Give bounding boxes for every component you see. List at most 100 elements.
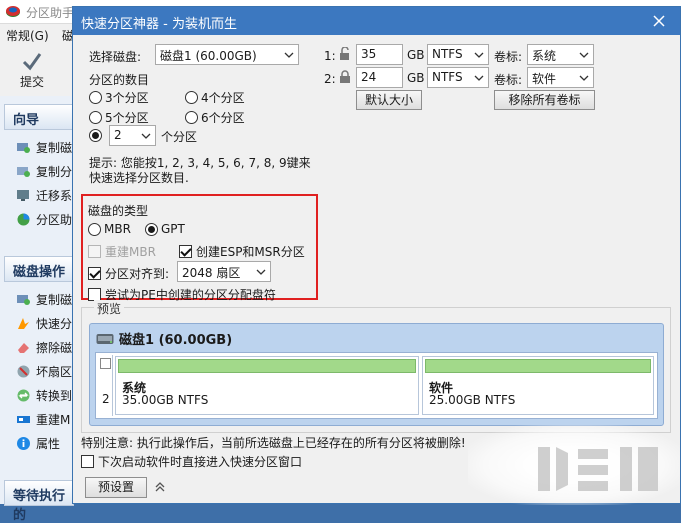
commit-button[interactable]: 提交 [6,48,58,90]
partition-1-size-input[interactable]: 35 [356,44,403,65]
create-esp-checkbox[interactable]: 创建ESP和MSR分区 [179,243,305,260]
custom-count-dropdown[interactable]: 2 [109,125,156,146]
copy-partition-icon [17,166,30,177]
partition-1-label-caption: 卷标: [494,50,523,64]
partition-2-unit: GB [407,71,425,85]
disk-op-convert[interactable]: 转换到 [16,386,72,404]
chevron-down-icon [579,52,589,58]
disk-op-properties[interactable]: 属性 [16,434,60,452]
preview-group: 预览 磁盘1 (60.00GB) 2 系统 35.00GB NTFS 软件 25… [81,300,671,433]
radio-gpt[interactable]: GPT [145,222,185,236]
double-chevron-up-icon[interactable] [153,480,167,494]
bad-sector-icon [17,365,30,377]
partition-usage-bar [118,359,416,373]
preview-partition-software[interactable]: 软件 25.00GB NTFS [422,356,654,415]
partition-2-fs-dropdown[interactable]: NTFS [427,67,489,88]
disk-op-quick-partition[interactable]: 快速分 [16,314,72,332]
lock-icon[interactable] [338,70,352,84]
radio-4-partitions[interactable]: 4个分区 [185,89,245,106]
partition-2-label-dropdown[interactable]: 软件 [527,67,594,88]
warning-notice: 特别注意: 执行此操作后，当前所选磁盘上已经存在的所有分区将被删除! [81,436,466,450]
lock-open-icon[interactable] [338,47,352,61]
disk-preview-panel: 磁盘1 (60.00GB) 2 系统 35.00GB NTFS 软件 25.00… [89,323,664,426]
close-button[interactable] [648,10,670,32]
disk-op-bad-sector[interactable]: 坏扇区 [16,362,72,380]
chevron-down-icon [284,52,294,58]
dialog-title: 快速分区神器 - 为装机而生 [81,17,237,32]
checkmark-icon [22,53,42,71]
preview-label: 预览 [94,300,125,317]
chevron-down-icon [474,75,484,81]
eraser-icon [18,342,29,353]
migrate-icon [17,189,29,201]
info-icon [17,436,30,450]
partition-1-unit: GB [407,48,425,62]
boot-into-quick-partition-checkbox[interactable]: 下次启动软件时直接进入快速分区窗口 [81,453,302,470]
partition-wizard-icon [17,213,30,225]
remove-all-labels-button[interactable]: 移除所有卷标 [494,90,595,110]
wizard-item-migrate-os[interactable]: 迁移系 [16,186,72,204]
partition-2-size-input[interactable]: 24 [356,67,403,88]
disk-op-wipe-disk[interactable]: 擦除磁 [16,338,72,356]
radio-5-partitions[interactable]: 5个分区 [89,109,149,126]
copy-disk-icon [17,294,30,305]
rebuild-icon [17,415,30,423]
preview-partition-info: 35.00GB NTFS [122,393,209,407]
radio-6-partitions[interactable]: 6个分区 [185,109,245,126]
disk-preview-header: 磁盘1 (60.00GB) [96,329,232,348]
quick-partition-icon [18,317,29,329]
disk-left-cell: 2 [98,355,113,416]
disk-select-box[interactable] [100,358,111,369]
radio-custom-partitions[interactable] [89,129,105,142]
quick-partition-dialog: 快速分区神器 - 为装机而生 选择磁盘: 磁盘1 (60.00GB) 分区的数目… [72,6,681,505]
wizard-item-copy-disk[interactable]: 复制磁 [16,138,72,156]
partition-1-fs-dropdown[interactable]: NTFS [427,44,489,65]
chevron-down-icon [141,133,151,139]
app-logo-icon [6,6,20,17]
disk-type-label: 磁盘的类型 [88,204,149,218]
chevron-down-icon [474,52,484,58]
custom-count-suffix: 个分区 [161,130,198,144]
select-disk-dropdown[interactable]: 磁盘1 (60.00GB) [155,44,299,65]
hard-drive-icon [96,333,114,344]
disk-partition-count: 2 [102,392,110,406]
pending-section-header[interactable]: 等待执行的 [4,480,74,523]
disk-preview-name: 磁盘1 (60.00GB) [119,333,233,348]
wizard-section-header[interactable]: 向导 [4,104,74,130]
background-toolbar: 提交 [0,46,75,92]
wizard-item-copy-partition[interactable]: 复制分 [16,162,72,180]
partition-1-label-dropdown[interactable]: 系统 [527,44,594,65]
radio-mbr[interactable]: MBR [88,222,131,236]
disk-partition-map: 2 系统 35.00GB NTFS 软件 25.00GB NTFS [95,352,658,419]
rebuild-mbr-checkbox[interactable]: 重建MBR [88,243,156,260]
disk-type-group: 磁盘的类型 MBR GPT 重建MBR 创建ESP和MSR分区 分区对齐到: 2… [81,194,318,302]
left-pane: 向导 复制磁 复制分 迁移系 分区助 磁盘操作 复制磁 快速分 擦除磁 坏扇区 … [0,96,75,523]
partition-2-index: 2: [324,72,336,86]
partition-usage-bar [425,359,651,373]
select-disk-label: 选择磁盘: [89,50,142,64]
preview-partition-info: 25.00GB NTFS [429,393,516,407]
align-sector-dropdown[interactable]: 2048 扇区 [177,261,271,282]
partition-2-label-caption: 卷标: [494,73,523,87]
disk-op-rebuild-mbr[interactable]: 重建M [16,410,70,428]
commit-label: 提交 [19,75,44,89]
disk-ops-section-header[interactable]: 磁盘操作 [4,256,74,282]
menu-general[interactable]: 常规(G) [6,27,49,44]
convert-icon [17,389,30,401]
chevron-down-icon [579,75,589,81]
chevron-down-icon [256,269,266,275]
dialog-titlebar[interactable]: 快速分区神器 - 为装机而生 [73,7,680,35]
close-icon [653,15,665,27]
align-partition-checkbox[interactable]: 分区对齐到: [88,265,169,282]
radio-3-partitions[interactable]: 3个分区 [89,89,149,106]
default-size-button[interactable]: 默认大小 [356,90,422,110]
watermark-logo [538,447,658,491]
copy-disk-icon [17,142,30,153]
partition-1-index: 1: [324,49,336,63]
partition-count-label: 分区的数目 [89,73,150,87]
hint-line-2: 快速选择分区数目. [89,171,189,185]
preset-button[interactable]: 预设置 [85,477,147,498]
preview-partition-system[interactable]: 系统 35.00GB NTFS [115,356,419,415]
wizard-item-partition-assistant[interactable]: 分区助 [16,210,72,228]
disk-op-copy-disk[interactable]: 复制磁 [16,290,72,308]
